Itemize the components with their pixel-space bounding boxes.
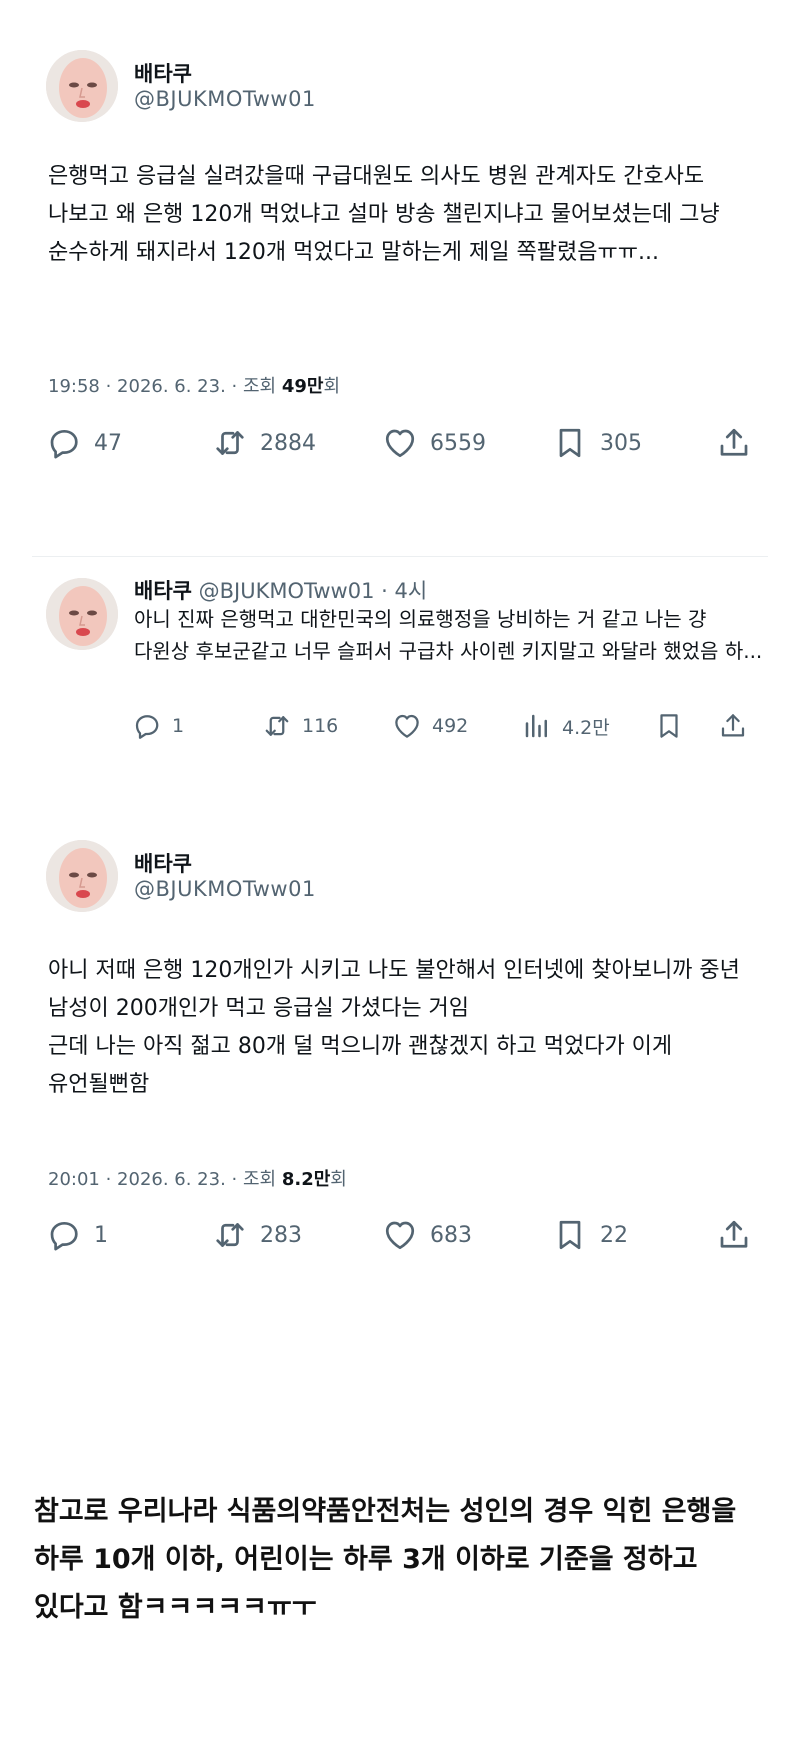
- view-suffix: 회: [330, 1169, 347, 1190]
- action-bar: 1 283 683 22: [0, 1215, 800, 1255]
- retweet-icon: [262, 711, 292, 741]
- bookmark-icon: [654, 711, 684, 741]
- reply-icon: [46, 425, 82, 461]
- share-button[interactable]: [718, 706, 748, 746]
- like-icon: [392, 711, 422, 741]
- action-bar: 47 2884 6559 305: [0, 423, 800, 463]
- like-icon: [382, 425, 418, 461]
- timestamp[interactable]: 20:01 · 2026. 6. 23. · 조회: [48, 1169, 282, 1190]
- like-count: 492: [432, 715, 469, 737]
- reply-text: 아니 진짜 은행먹고 대한민국의 의료행정을 낭비하는 거 같고 나는 걍 다윈…: [134, 607, 763, 663]
- share-button[interactable]: [716, 1215, 752, 1255]
- reply-button[interactable]: 47: [46, 423, 122, 463]
- share-icon: [716, 425, 752, 461]
- handle-time[interactable]: @BJUKMOTww01 · 4시: [192, 579, 428, 603]
- avatar[interactable]: [46, 578, 118, 650]
- tweet-text: 아니 저때 은행 120개인가 시키고 나도 불안해서 인터넷에 찾아보니까 중…: [48, 958, 740, 1097]
- bookmark-button[interactable]: 22: [552, 1215, 628, 1255]
- bookmark-button[interactable]: 305: [552, 423, 642, 463]
- reply-icon: [132, 711, 162, 741]
- reply-action-bar: 1 116 492 4.2만: [0, 706, 800, 746]
- timestamp[interactable]: 19:58 · 2026. 6. 23. · 조회: [48, 376, 282, 397]
- view-count: 49만: [281, 376, 324, 397]
- like-count: 683: [430, 1222, 472, 1248]
- reply-count: 47: [94, 430, 122, 456]
- share-button[interactable]: [716, 423, 752, 463]
- views-count: 4.2만: [562, 716, 610, 739]
- reply-header: 배타쿠 @BJUKMOTww01 · 4시: [134, 575, 427, 605]
- retweet-count: 283: [260, 1222, 302, 1248]
- retweet-button[interactable]: 2884: [212, 423, 316, 463]
- tweet-text: 은행먹고 응급실 실려갔을때 구급대원도 의사도 병원 관계자도 간호사도 나보…: [48, 164, 727, 265]
- reply-count: 1: [94, 1222, 108, 1248]
- retweet-icon: [212, 425, 248, 461]
- retweet-icon: [212, 1217, 248, 1253]
- like-button[interactable]: 492: [392, 706, 468, 746]
- view-suffix: 회: [323, 376, 340, 397]
- reply-icon: [46, 1217, 82, 1253]
- share-icon: [716, 1217, 752, 1253]
- display-name[interactable]: 배타쿠: [134, 848, 192, 878]
- views-button[interactable]: 4.2만: [522, 706, 610, 746]
- retweet-button[interactable]: 116: [262, 706, 338, 746]
- retweet-count: 116: [302, 715, 339, 737]
- like-button[interactable]: 683: [382, 1215, 472, 1255]
- avatar[interactable]: [46, 840, 118, 912]
- display-name[interactable]: 배타쿠: [134, 579, 192, 603]
- tweet-meta: 19:58 · 2026. 6. 23. · 조회 49만회: [48, 372, 340, 398]
- bookmark-icon: [552, 425, 588, 461]
- handle[interactable]: @BJUKMOTww01: [134, 877, 316, 901]
- bookmark-count: 305: [600, 430, 642, 456]
- bookmark-count: 22: [600, 1222, 628, 1248]
- handle[interactable]: @BJUKMOTww01: [134, 87, 316, 111]
- view-count: 8.2만: [281, 1169, 331, 1190]
- views-icon: [522, 711, 552, 741]
- reply-button[interactable]: 1: [46, 1215, 108, 1255]
- retweet-count: 2884: [260, 430, 316, 456]
- retweet-button[interactable]: 283: [212, 1215, 302, 1255]
- bookmark-icon: [552, 1217, 588, 1253]
- divider: [32, 556, 768, 557]
- share-icon: [718, 711, 748, 741]
- caption-note: 참고로 우리나라 식품의약품안전처는 성인의 경우 익힌 은행을 하루 10개 …: [34, 1496, 746, 1623]
- avatar[interactable]: [46, 50, 118, 122]
- like-count: 6559: [430, 430, 486, 456]
- display-name[interactable]: 배타쿠: [134, 58, 192, 88]
- reply-count: 1: [172, 715, 185, 737]
- reply-button[interactable]: 1: [132, 706, 184, 746]
- bookmark-button[interactable]: [654, 706, 684, 746]
- like-icon: [382, 1217, 418, 1253]
- like-button[interactable]: 6559: [382, 423, 486, 463]
- tweet-meta: 20:01 · 2026. 6. 23. · 조회 8.2만회: [48, 1165, 347, 1191]
